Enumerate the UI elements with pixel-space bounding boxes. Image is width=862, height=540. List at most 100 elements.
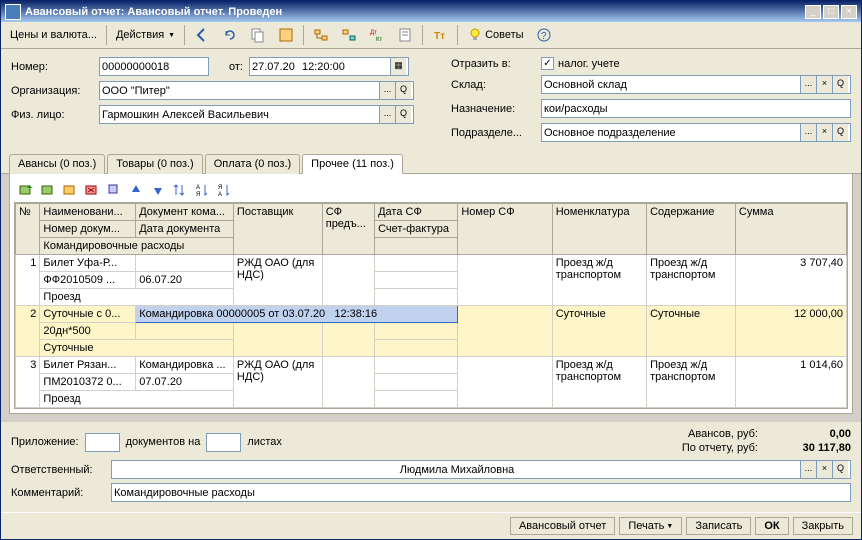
dept-open-icon[interactable]: Q — [832, 124, 848, 141]
wh-clear-icon[interactable]: × — [816, 76, 832, 93]
report-button[interactable]: Авансовый отчет — [510, 517, 615, 535]
calendar-icon[interactable]: ▦ — [390, 58, 406, 75]
dept-input[interactable]: Основное подразделение ... × Q — [541, 123, 851, 142]
resp-input[interactable]: Людмила Михайловна ... × Q — [111, 460, 851, 479]
grid-edit-icon[interactable] — [60, 180, 80, 200]
from-label: от: — [209, 61, 249, 73]
col-sum[interactable]: Сумма — [735, 204, 846, 255]
person-input[interactable]: Гармошкин Алексей Васильевич ... Q — [99, 105, 414, 124]
dept-clear-icon[interactable]: × — [816, 124, 832, 141]
refresh-icon[interactable] — [217, 24, 243, 46]
dept-select-icon[interactable]: ... — [800, 124, 816, 141]
wh-select-icon[interactable]: ... — [800, 76, 816, 93]
col-trip[interactable]: Командировочные расходы — [40, 238, 234, 255]
report-total-label: По отчету, руб: — [682, 442, 758, 454]
minimize-button[interactable]: _ — [805, 5, 821, 19]
col-name[interactable]: Наименовани... — [40, 204, 136, 221]
comment-input[interactable]: Командировочные расходы — [111, 483, 851, 502]
footer-buttons: Авансовый отчет Печать▼ Записать ОК Закр… — [1, 512, 861, 539]
main-toolbar: Цены и валюта... Действия▼ ДтКт Тт Совет… — [1, 22, 861, 49]
actions-button[interactable]: Действия▼ — [111, 26, 180, 44]
person-select-icon[interactable]: ... — [379, 106, 395, 123]
tab-content: + AЯ ЯA № Наименовани... Документ кома..… — [9, 174, 853, 414]
attach-label: Приложение: — [11, 436, 79, 448]
warehouse-label: Склад: — [451, 79, 541, 91]
grid-sortaz-icon[interactable]: AЯ — [192, 180, 212, 200]
tab-avansy[interactable]: Авансы (0 поз.) — [9, 154, 105, 174]
grid-del-icon[interactable] — [82, 180, 102, 200]
org-select-icon[interactable]: ... — [379, 82, 395, 99]
copy-icon[interactable] — [245, 24, 271, 46]
dt-kt-icon[interactable]: ДтКт — [364, 24, 390, 46]
advances-value: 0,00 — [761, 428, 851, 440]
col-sf[interactable]: СФ предъ... — [322, 204, 374, 255]
grid-add2-icon[interactable] — [38, 180, 58, 200]
window-title: Авансовый отчет: Авансовый отчет. Провед… — [25, 6, 805, 18]
help-icon[interactable]: ? — [531, 24, 557, 46]
link-icon[interactable] — [336, 24, 362, 46]
post-icon[interactable] — [273, 24, 299, 46]
attach-sheets-input[interactable] — [206, 433, 241, 452]
grid-add-icon[interactable]: + — [16, 180, 36, 200]
sheets-label: листах — [247, 436, 282, 448]
purpose-label: Назначение: — [451, 103, 541, 115]
close-button[interactable]: × — [841, 5, 857, 19]
col-sfnum[interactable]: Номер СФ — [458, 204, 552, 255]
reflect-label: Отразить в: — [451, 58, 541, 70]
resp-clear-icon[interactable]: × — [816, 461, 832, 478]
date-input[interactable]: 27.07.20 12:20:00 ▦ — [249, 57, 409, 76]
col-invoice[interactable]: Счет-фактура — [375, 221, 458, 238]
print-button[interactable]: Печать▼ — [619, 517, 682, 535]
col-nomen[interactable]: Номенклатура — [552, 204, 646, 255]
grid-copy-icon[interactable] — [104, 180, 124, 200]
tree-icon[interactable] — [308, 24, 334, 46]
grid-sortza-icon[interactable]: ЯA — [214, 180, 234, 200]
ok-button[interactable]: ОК — [755, 517, 788, 535]
svg-text:Кт: Кт — [376, 37, 382, 43]
tab-prochee[interactable]: Прочее (11 поз.) — [302, 154, 403, 174]
svg-text:+: + — [27, 183, 33, 194]
number-input[interactable]: 00000000018 — [99, 57, 209, 76]
col-docnum[interactable]: Номер докум... — [40, 221, 136, 238]
org-input[interactable]: ООО "Питер" ... Q — [99, 81, 414, 100]
docs-label: документов на — [126, 436, 201, 448]
data-grid[interactable]: № Наименовани... Документ кома... Постав… — [14, 202, 848, 409]
close-form-button[interactable]: Закрыть — [793, 517, 853, 535]
org-open-icon[interactable]: Q — [395, 82, 411, 99]
resp-open-icon[interactable]: Q — [832, 461, 848, 478]
tab-tovary[interactable]: Товары (0 поз.) — [107, 154, 202, 174]
person-open-icon[interactable]: Q — [395, 106, 411, 123]
wh-open-icon[interactable]: Q — [832, 76, 848, 93]
col-n[interactable]: № — [16, 204, 40, 255]
grid-up-icon[interactable] — [126, 180, 146, 200]
grid-down-icon[interactable] — [148, 180, 168, 200]
col-doc[interactable]: Документ кома... — [136, 204, 234, 221]
table-row[interactable]: 3Билет Рязан...Командировка ...РЖД ОАО (… — [16, 357, 847, 374]
table-row[interactable]: 2Суточные с 0...Командировка 00000005 от… — [16, 306, 847, 323]
advice-button[interactable]: Советы — [462, 24, 528, 46]
svg-text:Я: Я — [218, 185, 222, 191]
maximize-button[interactable]: □ — [823, 5, 839, 19]
svg-text:Тт: Тт — [434, 31, 445, 42]
col-supplier[interactable]: Поставщик — [233, 204, 322, 255]
comment-label: Комментарий: — [11, 487, 111, 499]
org-label: Организация: — [11, 85, 99, 97]
col-sfdate[interactable]: Дата СФ — [375, 204, 458, 221]
resp-select-icon[interactable]: ... — [800, 461, 816, 478]
back-icon[interactable] — [189, 24, 215, 46]
table-row[interactable]: 1Билет Уфа-Р...РЖД ОАО (для НДС)Проезд ж… — [16, 255, 847, 272]
col-docdate[interactable]: Дата документа — [136, 221, 234, 238]
prices-currency-button[interactable]: Цены и валюта... — [5, 26, 102, 44]
attach-docs-input[interactable] — [85, 433, 120, 452]
svg-text:Я: Я — [196, 192, 200, 198]
col-content[interactable]: Содержание — [647, 204, 736, 255]
tt-icon[interactable]: Тт — [427, 24, 453, 46]
tax-checkbox[interactable]: ✓ налог. учете — [541, 57, 620, 70]
grid-sort-icon[interactable] — [170, 180, 190, 200]
warehouse-input[interactable]: Основной склад ... × Q — [541, 75, 851, 94]
tab-oplata[interactable]: Оплата (0 поз.) — [205, 154, 300, 174]
save-button[interactable]: Записать — [686, 517, 751, 535]
document-icon[interactable] — [392, 24, 418, 46]
purpose-input[interactable]: кои/расходы — [541, 99, 851, 118]
svg-text:?: ? — [541, 31, 547, 42]
